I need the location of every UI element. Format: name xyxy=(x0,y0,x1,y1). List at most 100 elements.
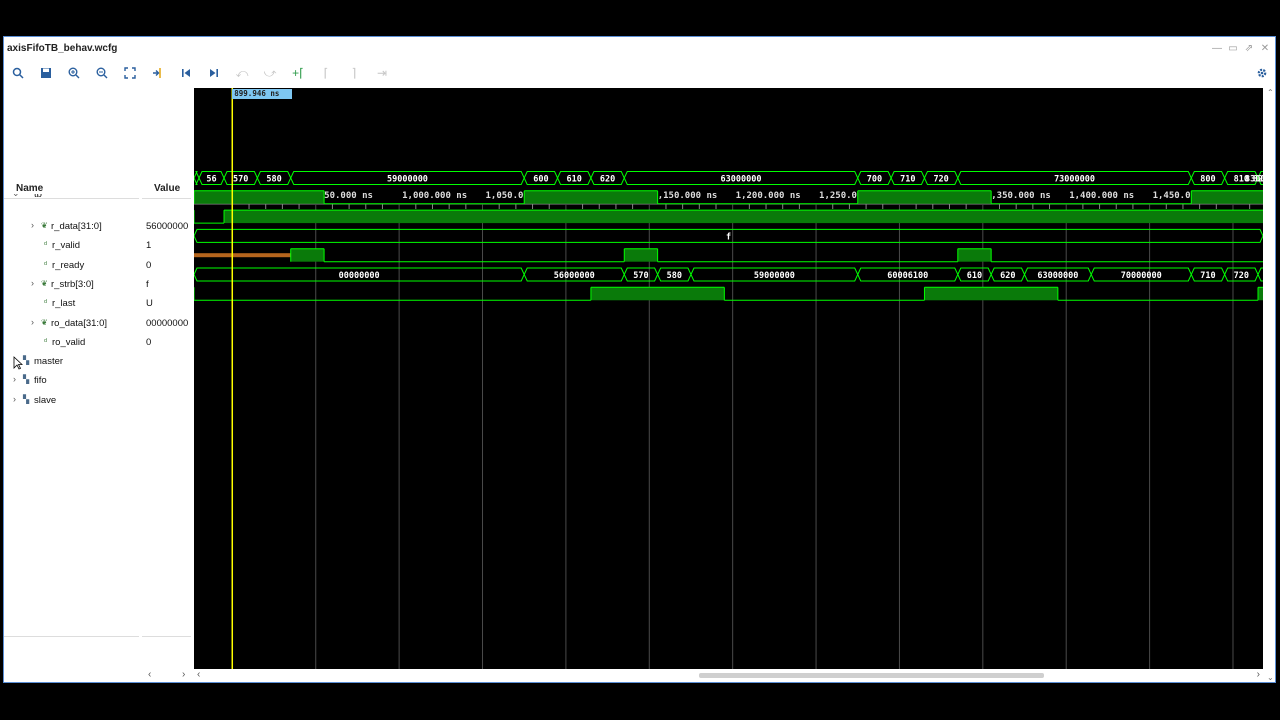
scroll-down-icon[interactable]: ⌄ xyxy=(1267,673,1274,682)
chevron-right-icon[interactable]: › xyxy=(31,220,34,230)
bit-high-fill xyxy=(1257,287,1263,301)
title-bar: axisFifoTB_behav.wcfg — ▭ ⇗ ✕ xyxy=(4,37,1275,61)
restore-icon[interactable]: ▭ xyxy=(1227,43,1239,54)
signal-name: r_ready xyxy=(52,259,85,271)
signal-row[interactable]: › ❦ r_data[31:0] xyxy=(4,218,139,237)
previous-transition-icon[interactable]: ⤺ xyxy=(232,63,252,83)
signal-value-row[interactable]: 00000000 xyxy=(142,315,191,334)
scroll-left-icon[interactable]: ‹ xyxy=(148,669,151,680)
scrollbar-thumb[interactable] xyxy=(699,673,1044,678)
previous-marker-icon[interactable]: ⌈ xyxy=(316,63,336,83)
signal-row[interactable]: ᵈ r_ready xyxy=(4,257,139,276)
zoom-out-icon[interactable] xyxy=(92,63,112,83)
chevron-right-icon[interactable]: › xyxy=(31,317,34,327)
value-column-header[interactable]: Value xyxy=(142,180,191,199)
go-to-cursor-icon[interactable] xyxy=(148,63,168,83)
bit-high-fill xyxy=(194,190,325,204)
signal-value-row[interactable]: U xyxy=(142,295,191,314)
divider xyxy=(4,636,139,637)
signal-name: ro_data[31:0] xyxy=(51,317,107,329)
bus-signal-icon: ❦ xyxy=(41,221,48,230)
signal-name: r_last xyxy=(52,298,76,310)
minimize-icon[interactable]: — xyxy=(1211,43,1223,54)
bit-high-fill xyxy=(524,190,658,204)
signal-value-panel: Value 56000000 1 0 f U 00000000 0 xyxy=(142,88,191,682)
bus-value-label: 600 xyxy=(533,175,548,185)
signal-row[interactable]: › ❦ r_strb[3:0] xyxy=(4,276,139,295)
scroll-left-icon[interactable]: ‹ xyxy=(197,669,200,680)
add-marker-icon[interactable]: +⌈ xyxy=(288,63,308,83)
bus-value-label: 73000000 xyxy=(1054,175,1095,185)
mouse-pointer-icon xyxy=(13,356,23,370)
go-to-last-time-icon[interactable] xyxy=(204,63,224,83)
signal-name: r_valid xyxy=(52,240,80,252)
value-panel-scrollbar[interactable]: ‹ › xyxy=(142,669,191,682)
next-marker-icon[interactable]: ⌉ xyxy=(344,63,364,83)
float-icon[interactable]: ⇗ xyxy=(1243,43,1255,54)
signal-row[interactable]: ᵈ ro_valid xyxy=(4,334,139,353)
search-icon[interactable] xyxy=(8,63,28,83)
scope-icon: ▚ xyxy=(23,375,30,385)
value-header-label: Value xyxy=(154,183,181,194)
gear-icon[interactable] xyxy=(1252,63,1272,83)
window-title: axisFifoTB_behav.wcfg xyxy=(7,43,118,54)
bus-value-label: 570 xyxy=(233,175,248,185)
scope-icon: ▚ xyxy=(23,356,30,366)
signal-value: 1 xyxy=(146,240,152,252)
divider xyxy=(142,636,191,637)
signal-value-row[interactable]: 0 xyxy=(142,334,191,353)
bit-signal-icon: ᵈ xyxy=(44,336,48,346)
signal-value: 00000000 xyxy=(146,317,189,329)
scroll-right-icon[interactable]: › xyxy=(182,669,185,680)
bus-value-label: 60006100 xyxy=(887,271,928,281)
bus-value-label: 710 xyxy=(1200,271,1215,281)
bit-signal-icon: ᵈ xyxy=(44,298,48,308)
time-tick-label: 1,350.000 ns xyxy=(986,191,1051,201)
scope-row[interactable]: › ▚ slave xyxy=(4,392,139,411)
signal-value: U xyxy=(146,298,153,310)
signal-value-row[interactable]: f xyxy=(142,276,191,295)
zoom-in-icon[interactable] xyxy=(64,63,84,83)
tree-top-scope[interactable]: ⌄ tb xyxy=(4,194,139,202)
zoom-fit-icon[interactable] xyxy=(120,63,140,83)
chevron-right-icon[interactable]: › xyxy=(13,394,16,404)
bus-value-label: 570 xyxy=(633,271,648,281)
chevron-right-icon[interactable]: › xyxy=(13,374,16,384)
waveform-svg[interactable]: 900.000 ns950.000 ns1,000.000 ns1,050.00… xyxy=(194,88,1263,669)
chevron-right-icon[interactable]: › xyxy=(31,278,34,288)
vertical-scrollbar[interactable]: ⌃ ⌄ xyxy=(1266,88,1275,682)
bus-value-label: 610 xyxy=(567,175,582,185)
next-transition-icon[interactable]: ⤻ xyxy=(260,63,280,83)
signal-value: 0 xyxy=(146,259,152,271)
bus-segment xyxy=(1257,267,1263,282)
waveform-canvas[interactable]: 900.000 ns950.000 ns1,000.000 ns1,050.00… xyxy=(194,88,1263,669)
cursor-time-label[interactable]: 899.946 ns xyxy=(232,89,293,99)
swap-cursors-icon[interactable]: ⇥ xyxy=(372,63,392,83)
bus-value-label: 63000000 xyxy=(1037,271,1078,281)
bus-value-label: 720 xyxy=(933,175,948,185)
time-tick-label: 1,150.000 ns xyxy=(652,191,717,201)
bit-high-fill xyxy=(590,287,725,301)
chevron-down-icon[interactable]: ⌄ xyxy=(12,194,20,199)
bus-value-label: 580 xyxy=(667,271,682,281)
close-icon[interactable]: ✕ xyxy=(1259,43,1271,54)
scope-row[interactable]: › ▚ fifo xyxy=(4,372,139,391)
signal-row[interactable]: ᵈ r_valid xyxy=(4,237,139,256)
signal-value-row[interactable]: 56000000 xyxy=(142,218,191,237)
signal-row[interactable]: ᵈ r_last xyxy=(4,295,139,314)
scroll-up-icon[interactable]: ⌃ xyxy=(1267,88,1274,97)
bit-high-fill xyxy=(924,287,1058,301)
horizontal-scrollbar[interactable]: ‹ › xyxy=(194,669,1263,682)
go-to-time-0-icon[interactable] xyxy=(176,63,196,83)
bit-high-fill xyxy=(1191,190,1263,204)
signal-value-row[interactable]: 1 xyxy=(142,237,191,256)
bit-high-fill xyxy=(957,248,992,262)
bit-high-fill xyxy=(290,248,325,262)
signal-row[interactable]: › ❦ ro_data[31:0] xyxy=(4,315,139,334)
signal-name: ro_valid xyxy=(52,336,86,348)
save-icon[interactable] xyxy=(36,63,56,83)
scroll-right-icon[interactable]: › xyxy=(1257,669,1260,680)
signal-value-row[interactable]: 0 xyxy=(142,257,191,276)
scope-row[interactable]: ›▚master xyxy=(4,353,139,372)
waveform-window: axisFifoTB_behav.wcfg — ▭ ⇗ ✕ ⤺ ⤻ +⌈ ⌈ ⌉… xyxy=(3,36,1276,683)
